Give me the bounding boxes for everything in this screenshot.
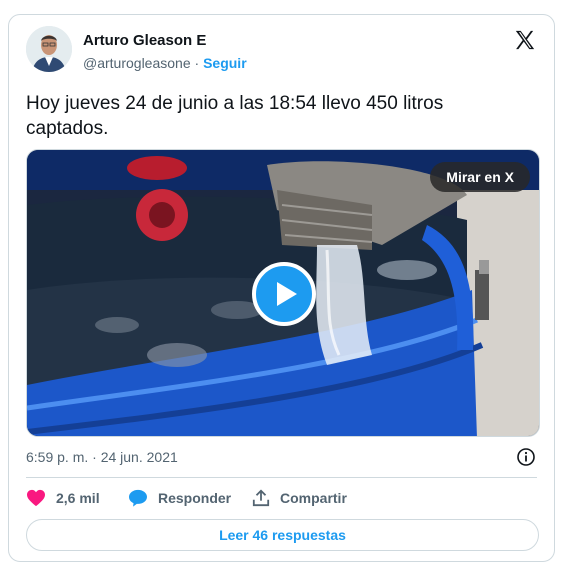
x-logo-icon[interactable]	[514, 29, 536, 51]
like-count: 2,6 mil	[56, 490, 100, 506]
separator-dot: ·	[194, 55, 200, 71]
follow-button[interactable]: Seguir	[203, 55, 247, 71]
share-button[interactable]: Compartir	[252, 489, 347, 507]
divider	[26, 477, 537, 478]
reply-button[interactable]: Responder	[128, 489, 231, 507]
tweet-text: Hoy jueves 24 de junio a las 18:54 llevo…	[26, 93, 444, 139]
share-icon	[252, 489, 270, 507]
avatar-portrait	[26, 26, 72, 72]
play-button[interactable]	[252, 262, 316, 326]
play-icon	[277, 282, 297, 306]
reply-bubble-icon	[129, 489, 147, 507]
author-handle-row: @arturogleasone · Seguir	[83, 55, 247, 71]
share-label: Compartir	[280, 490, 347, 506]
tweet-card: Arturo Gleason E @arturogleasone · Segui…	[8, 14, 555, 562]
view-on-x-button[interactable]: Mirar en X	[430, 162, 530, 192]
read-replies-button[interactable]: Leer 46 respuestas	[26, 519, 539, 551]
heart-icon	[27, 489, 45, 507]
tweet-timestamp[interactable]: 6:59 p. m. · 24 jun. 2021	[26, 449, 178, 465]
author-name[interactable]: Arturo Gleason E	[83, 32, 206, 49]
like-button[interactable]: 2,6 mil	[26, 489, 100, 507]
reply-label: Responder	[158, 490, 232, 506]
avatar[interactable]	[26, 26, 72, 72]
video-player[interactable]: Mirar en X	[26, 149, 540, 437]
author-handle[interactable]: @arturogleasone	[83, 55, 191, 71]
info-icon[interactable]	[516, 447, 536, 467]
